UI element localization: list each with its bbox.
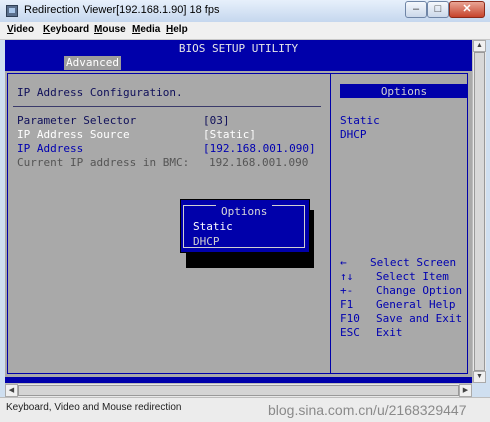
status-text: Keyboard, Video and Mouse redirection bbox=[6, 402, 182, 413]
scroll-left-arrow-icon[interactable]: ◀ bbox=[5, 384, 18, 397]
title-bar: Redirection Viewer[192.168.1.90] 18 fps … bbox=[0, 0, 490, 23]
row-value-ip-address[interactable]: [192.168.001.090] bbox=[203, 142, 316, 155]
section-title-underline bbox=[13, 106, 321, 107]
help-desc-select-screen: Select Screen bbox=[370, 256, 457, 269]
watermark: blog.sina.com.cn/u/2168329447 bbox=[268, 402, 467, 418]
help-key-select-item: ↑↓ bbox=[340, 270, 354, 283]
menu-video[interactable]: Video bbox=[7, 24, 34, 35]
vertical-scroll-thumb[interactable] bbox=[474, 52, 485, 371]
help-key-general-help: F1 bbox=[340, 298, 354, 311]
window-title: Redirection Viewer[192.168.1.90] 18 fps bbox=[24, 4, 220, 16]
minimize-button[interactable]: – bbox=[405, 1, 427, 18]
scroll-up-arrow-icon[interactable]: ▲ bbox=[473, 40, 486, 52]
scroll-right-arrow-icon[interactable]: ▶ bbox=[459, 384, 472, 397]
options-popup[interactable]: Options Static DHCP bbox=[180, 199, 310, 253]
section-title: IP Address Configuration. bbox=[17, 86, 183, 99]
menu-keyboard[interactable]: Keyboard bbox=[43, 24, 89, 35]
menu-media-rest: edia bbox=[140, 24, 161, 35]
help-key-change-option: +- bbox=[340, 284, 354, 297]
row-label-current-ip: Current IP address in BMC: bbox=[17, 156, 190, 169]
popup-option-static[interactable]: Static bbox=[193, 220, 233, 233]
help-key-exit: ESC bbox=[340, 326, 360, 339]
maximize-button[interactable]: □ bbox=[427, 1, 449, 18]
close-button[interactable]: ✕ bbox=[449, 1, 485, 18]
app-icon bbox=[6, 5, 18, 17]
menu-bar: Video Keyboard Mouse Media Help bbox=[0, 22, 490, 40]
bios-title: BIOS SETUP UTILITY bbox=[178, 42, 299, 55]
menu-keyboard-rest: eyboard bbox=[50, 24, 90, 35]
row-value-current-ip: 192.168.001.090 bbox=[209, 156, 309, 169]
menu-video-rest: ideo bbox=[13, 24, 35, 35]
help-key-select-screen: ← bbox=[340, 256, 347, 269]
menu-mouse-rest: ouse bbox=[102, 24, 126, 35]
menu-media[interactable]: Media bbox=[132, 24, 160, 35]
menu-mouse[interactable]: Mouse bbox=[94, 24, 126, 35]
row-value-parameter-selector[interactable]: [03] bbox=[203, 114, 230, 127]
help-desc-change-option: Change Option bbox=[376, 284, 463, 297]
bios-panel-divider bbox=[330, 73, 331, 374]
tab-advanced[interactable]: Advanced bbox=[64, 56, 121, 70]
popup-option-dhcp[interactable]: DHCP bbox=[193, 235, 220, 248]
options-popup-title: Options bbox=[216, 205, 273, 218]
row-label-ip-address[interactable]: IP Address bbox=[17, 142, 83, 155]
options-list-dhcp: DHCP bbox=[340, 128, 367, 141]
help-desc-save-exit: Save and Exit bbox=[376, 312, 463, 325]
options-list-static: Static bbox=[340, 114, 380, 127]
horizontal-scrollbar[interactable]: ◀ ▶ bbox=[5, 383, 472, 397]
help-desc-general-help: General Help bbox=[376, 298, 456, 311]
horizontal-scroll-thumb[interactable] bbox=[18, 385, 459, 396]
options-header: Options bbox=[380, 85, 428, 98]
vertical-scrollbar[interactable]: ▲ ▼ bbox=[472, 40, 486, 383]
row-label-parameter-selector[interactable]: Parameter Selector bbox=[17, 114, 136, 127]
row-value-ip-address-source[interactable]: [Static] bbox=[203, 128, 256, 141]
help-key-save-exit: F10 bbox=[340, 312, 360, 325]
menu-help[interactable]: Help bbox=[166, 24, 188, 35]
menu-help-rest: elp bbox=[173, 24, 188, 35]
scroll-down-arrow-icon[interactable]: ▼ bbox=[473, 371, 486, 383]
help-desc-exit: Exit bbox=[376, 326, 403, 339]
options-popup-frame: Options Static DHCP bbox=[183, 205, 305, 248]
help-desc-select-item: Select Item bbox=[376, 270, 449, 283]
row-label-ip-address-source[interactable]: IP Address Source bbox=[17, 128, 130, 141]
